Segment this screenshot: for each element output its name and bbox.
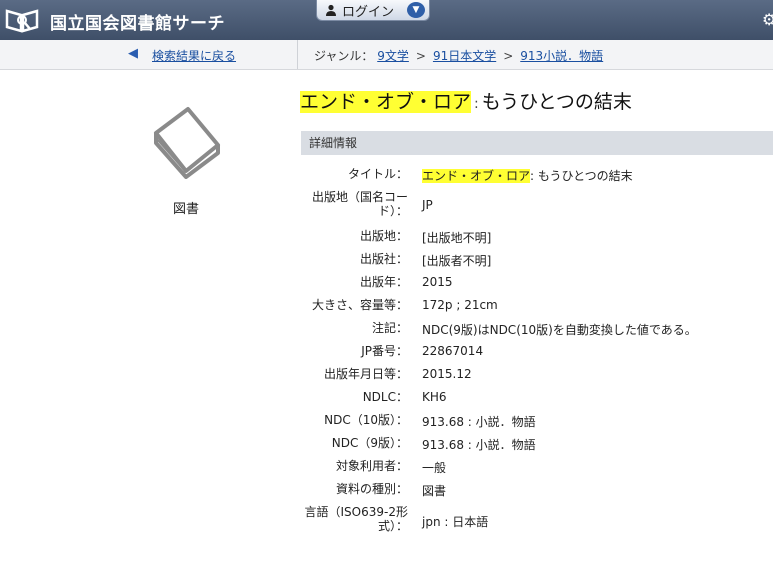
chevron-down-icon: ▼ bbox=[407, 2, 425, 18]
login-label: ログイン bbox=[342, 4, 395, 20]
detail-value: 2015.12 bbox=[422, 367, 472, 381]
detail-label: 出版社： bbox=[359, 252, 408, 266]
detail-value-highlight: エンド・オブ・ロア bbox=[422, 169, 531, 183]
detail-value: 図書 bbox=[422, 484, 447, 498]
detail-label: 注記： bbox=[371, 321, 408, 335]
material-type-label: 図書 bbox=[173, 202, 200, 217]
detail-value: KH6 bbox=[422, 390, 447, 404]
detail-label: 出版年： bbox=[359, 275, 408, 289]
detail-label: NDC（10版）： bbox=[324, 413, 408, 427]
breadcrumb-separator: > bbox=[503, 49, 514, 63]
detail-value: [出版者不明] bbox=[422, 254, 492, 268]
detail-value: [出版地不明] bbox=[422, 231, 492, 245]
detail-value: 913.68 : 小説．物語 bbox=[422, 438, 536, 452]
book-icon bbox=[154, 107, 220, 179]
detail-label: JP番号： bbox=[361, 344, 408, 358]
settings-icon[interactable]: ⚙ bbox=[762, 10, 773, 29]
nav-bar: ◀ 検索結果に戻る ジャンル： 9文学 >91日本文学 >913小説．物語 bbox=[0, 40, 773, 70]
detail-label: 資料の種別： bbox=[335, 482, 408, 496]
detail-label: 出版地： bbox=[359, 229, 408, 243]
detail-label: 対象利用者： bbox=[335, 459, 408, 473]
detail-label: NDLC： bbox=[362, 390, 408, 404]
detail-value: JP bbox=[422, 198, 433, 212]
details-section-header: 詳細情報 bbox=[301, 131, 773, 155]
title-separator: : bbox=[474, 96, 479, 112]
genre-breadcrumb: ジャンル： 9文学 >91日本文学 >913小説．物語 bbox=[314, 47, 603, 64]
detail-value: 913.68 : 小説．物語 bbox=[422, 415, 536, 429]
breadcrumb-separator: > bbox=[415, 49, 426, 63]
nav-divider bbox=[297, 40, 298, 69]
detail-value-rest: : もうひとつの結末 bbox=[530, 169, 633, 183]
site-header: 国立国会図書館サーチ ログイン ▼ ⚙ bbox=[0, 0, 773, 40]
title-subtitle: もうひとつの結末 bbox=[481, 91, 632, 113]
genre-prefix: ジャンル： bbox=[314, 49, 374, 63]
user-icon bbox=[326, 4, 336, 16]
genre-link-2[interactable]: 91日本文学 bbox=[433, 49, 496, 63]
genre-link-1[interactable]: 9文学 bbox=[377, 49, 409, 63]
detail-value: エンド・オブ・ロア: もうひとつの結末 bbox=[422, 167, 633, 184]
detail-label: NDC（9版）： bbox=[331, 436, 408, 450]
detail-label: 大きさ、容量等： bbox=[311, 298, 408, 312]
detail-label: 出版地（国名コード）： bbox=[311, 190, 408, 218]
genre-link-3[interactable]: 913小説．物語 bbox=[520, 49, 603, 63]
detail-label: 出版年月日等： bbox=[323, 367, 408, 381]
detail-value: 2015 bbox=[422, 275, 453, 289]
page-title: エンド・オブ・ロア: もうひとつの結末 bbox=[300, 87, 632, 114]
site-title[interactable]: 国立国会図書館サーチ bbox=[50, 9, 225, 34]
login-button[interactable]: ログイン ▼ bbox=[316, 0, 430, 21]
detail-value: 172p ; 21cm bbox=[422, 298, 498, 312]
detail-value: 22867014 bbox=[422, 344, 484, 358]
detail-value: NDC(9版)はNDC(10版)を自動変換した値である。 bbox=[422, 323, 697, 337]
back-arrow-icon[interactable]: ◀ bbox=[128, 46, 138, 61]
library-logo-icon[interactable] bbox=[4, 6, 40, 34]
detail-value: 一般 bbox=[422, 461, 447, 475]
detail-value: jpn : 日本語 bbox=[422, 515, 489, 529]
back-to-results-link[interactable]: 検索結果に戻る bbox=[152, 47, 236, 64]
detail-label: 言語（ISO639-2形式）： bbox=[304, 505, 408, 533]
detail-label: タイトル： bbox=[347, 167, 408, 181]
title-highlight: エンド・オブ・ロア bbox=[300, 91, 472, 113]
